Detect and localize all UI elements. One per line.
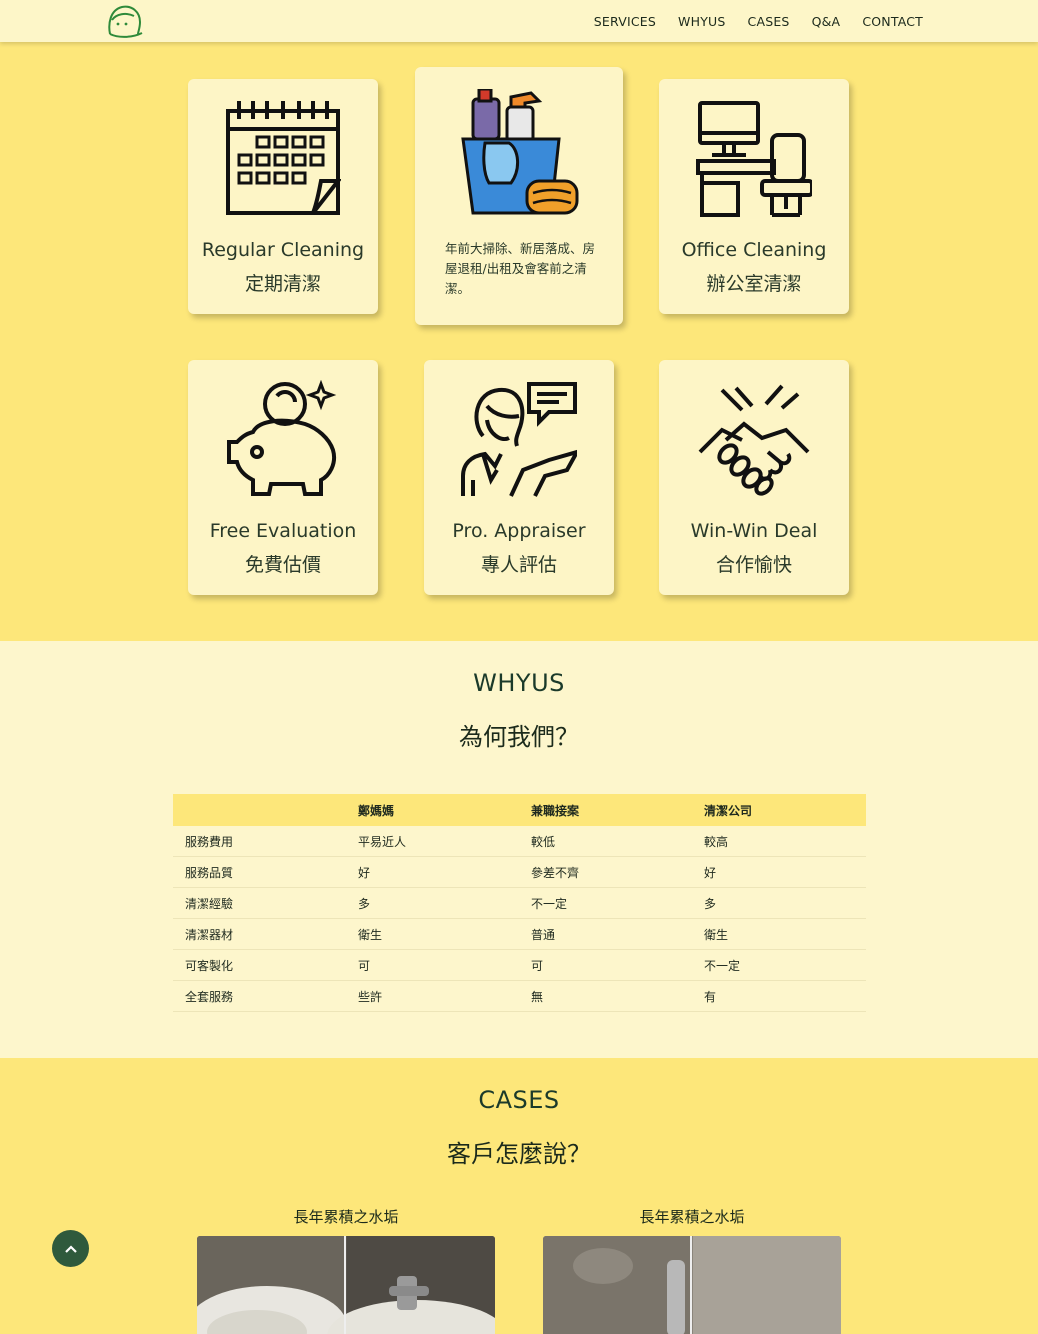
cases-section: CASES 客戶怎麼說？ 長年累積之水垢 長年累積之水垢 xyxy=(0,1058,1038,1334)
service-card-deep-clean[interactable]: 年前大掃除、新居落成、房屋退租/出租及會客前之清潔。 xyxy=(415,67,623,325)
table-cell: 無 xyxy=(531,989,544,1004)
service-card-evaluation[interactable]: Free Evaluation 免費估價 xyxy=(188,360,378,595)
card-subtitle: 辦公室清潔 xyxy=(706,273,802,295)
card-title: Office Cleaning xyxy=(681,239,827,261)
card-subtitle: 免費估價 xyxy=(244,554,321,576)
table-cell: 服務費用 xyxy=(185,834,234,849)
service-card-regular[interactable]: Regular Cleaning 定期清潔 xyxy=(188,79,378,314)
table-row: 清潔經驗 多 不一定 多 xyxy=(173,888,866,919)
table-cell: 不一定 xyxy=(531,896,568,911)
service-card-office[interactable]: Office Cleaning 辦公室清潔 xyxy=(659,79,849,314)
case-title: 長年累積之水垢 xyxy=(293,1208,399,1226)
table-cell: 普通 xyxy=(531,927,556,942)
table-cell: 好 xyxy=(358,865,371,880)
table-cell: 平易近人 xyxy=(358,834,407,849)
whyus-section: WHYUS 為何我們？ 鄭媽媽 兼職接案 清潔公司 服務費用 平易近人 較低 較… xyxy=(0,641,1038,1058)
top-navbar: SERVICES WHYUS CASES Q&A CONTACT xyxy=(0,0,1038,42)
service-card-appraiser[interactable]: Pro. Appraiser 專人評估 xyxy=(424,360,614,595)
table-cell: 清潔經驗 xyxy=(185,896,234,911)
table-header-row: 鄭媽媽 兼職接案 清潔公司 xyxy=(173,794,866,826)
table-cell: 較高 xyxy=(704,834,729,849)
table-header-cell: 兼職接案 xyxy=(531,803,580,818)
calendar-icon xyxy=(225,99,343,217)
logo-icon[interactable] xyxy=(104,0,146,42)
table-row: 清潔器材 衛生 普通 衛生 xyxy=(173,919,866,950)
card-title: Win-Win Deal xyxy=(690,520,818,542)
card-title: Regular Cleaning xyxy=(201,239,365,261)
table-cell: 可客製化 xyxy=(185,958,234,973)
table-cell: 有 xyxy=(704,989,717,1004)
handshake-icon xyxy=(696,380,812,498)
table-cell: 可 xyxy=(358,958,371,973)
table-cell: 參差不齊 xyxy=(531,865,580,880)
table-cell: 衛生 xyxy=(704,927,729,942)
nav-contact[interactable]: CONTACT xyxy=(862,14,923,29)
table-row: 全套服務 些許 無 有 xyxy=(173,981,866,1012)
case-card[interactable]: 長年累積之水垢 xyxy=(197,1206,495,1334)
cleaning-bucket-icon xyxy=(459,87,579,217)
whyus-subtitle: 為何我們？ xyxy=(459,723,579,751)
table-cell: 不一定 xyxy=(704,958,741,973)
table-cell: 衛生 xyxy=(358,927,383,942)
back-to-top-button[interactable] xyxy=(52,1230,89,1267)
appraiser-icon xyxy=(461,380,582,498)
table-cell: 些許 xyxy=(358,989,383,1004)
table-cell: 好 xyxy=(704,865,717,880)
table-row: 可客製化 可 可 不一定 xyxy=(173,950,866,981)
table-row: 服務費用 平易近人 較低 較高 xyxy=(173,826,866,857)
card-subtitle: 合作愉快 xyxy=(715,554,792,576)
table-cell: 多 xyxy=(704,896,717,911)
table-cell: 可 xyxy=(531,958,544,973)
card-description: 年前大掃除、新居落成、房屋退租/出租及會客前之清潔。 xyxy=(445,241,596,296)
services-section: Regular Cleaning 定期清潔 年前大掃除、新居落成、房屋退租/出租… xyxy=(0,42,1038,641)
nav-cases[interactable]: CASES xyxy=(748,14,790,29)
table-cell: 清潔器材 xyxy=(185,927,234,942)
case-title: 長年累積之水垢 xyxy=(639,1208,745,1226)
whyus-title: WHYUS xyxy=(473,669,565,697)
piggy-bank-icon xyxy=(225,379,341,498)
service-card-winwin[interactable]: Win-Win Deal 合作愉快 xyxy=(659,360,849,595)
card-subtitle: 專人評估 xyxy=(480,554,557,576)
cases-subtitle: 客戶怎麼說？ xyxy=(447,1140,591,1168)
case-photo[interactable] xyxy=(543,1236,841,1334)
comparison-table: 鄭媽媽 兼職接案 清潔公司 服務費用 平易近人 較低 較高 服務品質 好 參差不… xyxy=(173,794,866,1012)
table-row: 服務品質 好 參差不齊 好 xyxy=(173,857,866,888)
table-cell: 多 xyxy=(358,896,371,911)
card-title: Free Evaluation xyxy=(209,520,357,542)
nav-whyus[interactable]: WHYUS xyxy=(678,14,725,29)
nav-services[interactable]: SERVICES xyxy=(594,14,656,29)
card-subtitle: 定期清潔 xyxy=(244,273,321,295)
cases-title: CASES xyxy=(478,1086,560,1114)
table-header-cell: 清潔公司 xyxy=(704,803,753,818)
office-desk-icon xyxy=(696,99,814,217)
table-cell: 服務品質 xyxy=(185,865,234,880)
chevron-up-icon xyxy=(64,1244,77,1253)
table-cell: 較低 xyxy=(531,834,556,849)
table-header-cell: 鄭媽媽 xyxy=(358,803,395,818)
table-cell: 全套服務 xyxy=(185,989,234,1004)
case-card[interactable]: 長年累積之水垢 xyxy=(543,1206,841,1334)
card-title: Pro. Appraiser xyxy=(452,520,586,542)
nav-links: SERVICES WHYUS CASES Q&A CONTACT xyxy=(594,0,923,42)
nav-qa[interactable]: Q&A xyxy=(812,14,841,29)
case-photo[interactable] xyxy=(197,1236,495,1334)
